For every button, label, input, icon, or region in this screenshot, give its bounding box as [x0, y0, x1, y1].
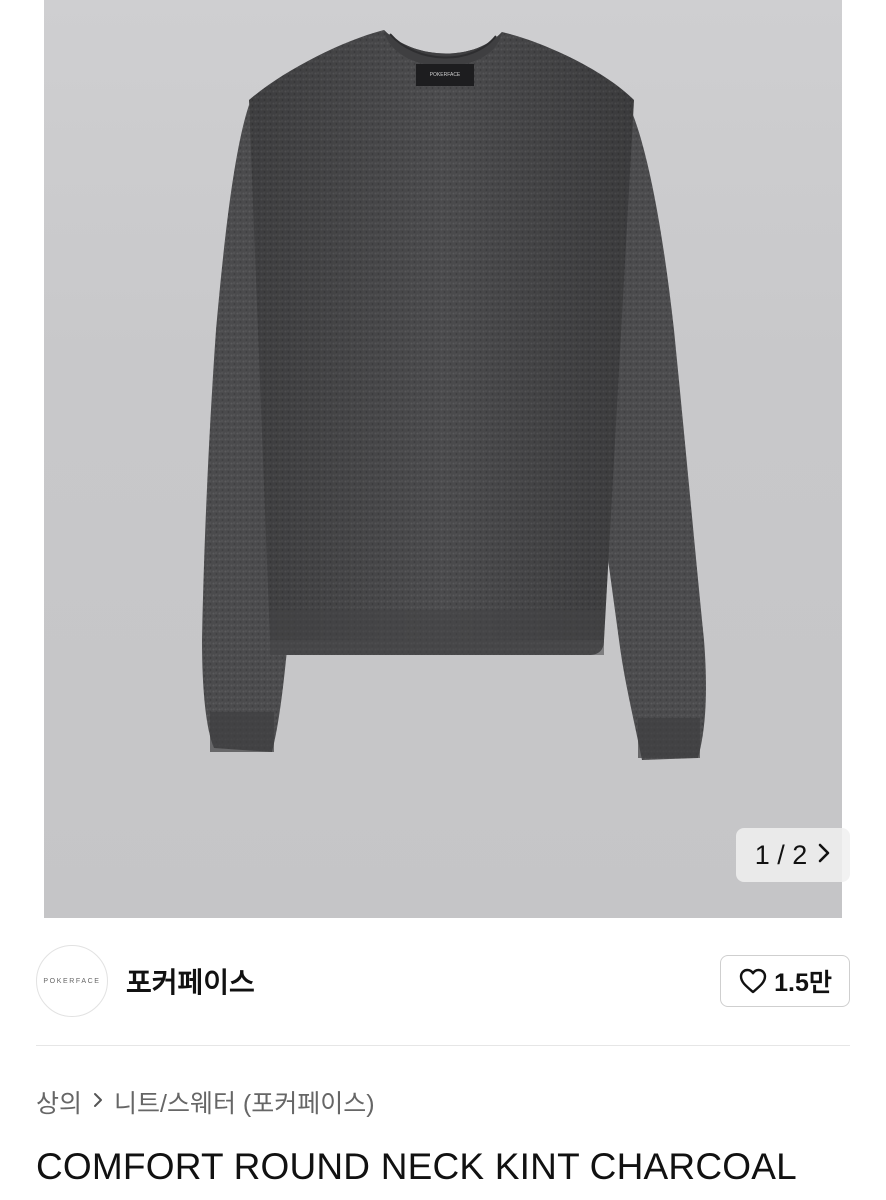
category-breadcrumb: 상의 니트/스웨터 (포커페이스): [36, 1084, 375, 1120]
category-item-top[interactable]: 상의: [36, 1084, 82, 1120]
image-pager[interactable]: 1 / 2: [736, 828, 850, 882]
product-photo[interactable]: POKERFACE: [44, 0, 842, 918]
product-title: COMFORT ROUND NECK KINT CHARCOAL: [36, 1146, 797, 1187]
seller-row[interactable]: POKERFACE 포커페이스 1.5만: [36, 944, 850, 1018]
seller-avatar[interactable]: POKERFACE: [36, 945, 108, 1017]
image-counter: 1 / 2: [754, 839, 808, 870]
product-image-gallery[interactable]: POKERFACE 1 / 2: [0, 0, 886, 918]
like-count: 1.5만: [774, 969, 832, 997]
chevron-right-icon: [92, 1089, 104, 1115]
seller-avatar-text: POKERFACE: [43, 977, 101, 985]
heart-outline-icon: [738, 967, 768, 995]
neck-label-text: POKERFACE: [430, 72, 461, 78]
seller-name[interactable]: 포커페이스: [126, 961, 255, 1001]
sweater-image: POKERFACE: [202, 30, 706, 760]
divider: [36, 1045, 850, 1046]
like-button[interactable]: 1.5만: [720, 955, 850, 1007]
product-detail-page: POKERFACE 1 / 2 POKERFACE 포커페이스 1.5만 상의 …: [0, 0, 886, 1200]
chevron-right-icon[interactable]: [817, 842, 831, 868]
category-item-sub[interactable]: 니트/스웨터 (포커페이스): [114, 1084, 375, 1120]
